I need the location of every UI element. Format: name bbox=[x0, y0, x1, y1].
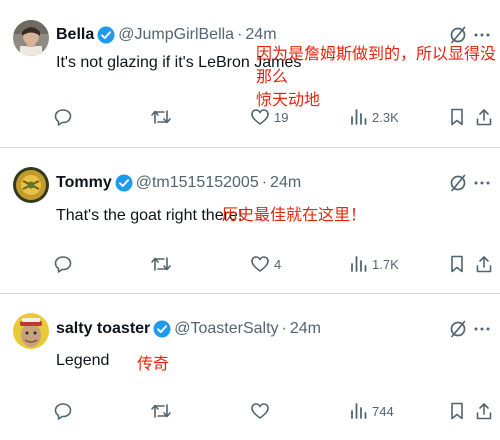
heart-icon bbox=[251, 256, 269, 272]
separator-dot: · bbox=[261, 174, 268, 191]
avatar-photo-icon bbox=[13, 167, 49, 203]
like-count: 4 bbox=[274, 256, 282, 272]
more-options-icon[interactable] bbox=[472, 319, 492, 339]
bookmark-button[interactable] bbox=[447, 399, 467, 423]
reply-button[interactable] bbox=[53, 399, 77, 423]
reply-button[interactable] bbox=[53, 252, 77, 276]
avatar-photo-icon bbox=[13, 20, 49, 56]
tweet-text: Legend bbox=[56, 352, 110, 369]
retweet-icon bbox=[151, 110, 171, 124]
author-name[interactable]: Tommy bbox=[56, 174, 112, 192]
views-button[interactable]: 2.3K bbox=[348, 105, 399, 129]
reply-feed: Bella @JumpGirlBella · 24m It's not glaz… bbox=[0, 0, 500, 440]
action-bar: 4 1.7K bbox=[0, 252, 500, 276]
avatar-photo-icon bbox=[13, 313, 49, 349]
reply-icon bbox=[54, 109, 72, 126]
avatar[interactable] bbox=[13, 167, 49, 203]
translation-line: 历史最佳就在这里！ bbox=[222, 207, 367, 224]
tweet-tommy[interactable]: Tommy @tm1515152005 · 24m That's the goa… bbox=[0, 148, 500, 294]
views-chart-icon bbox=[351, 256, 367, 272]
timestamp[interactable]: 24m bbox=[270, 174, 301, 192]
views-chart-icon bbox=[351, 109, 367, 125]
verified-badge-icon bbox=[115, 174, 133, 192]
avatar[interactable] bbox=[13, 20, 49, 56]
reply-icon bbox=[54, 256, 72, 273]
bookmark-button[interactable] bbox=[447, 105, 467, 129]
like-button[interactable]: 19 bbox=[250, 105, 288, 129]
like-button[interactable]: 4 bbox=[250, 252, 281, 276]
action-bar: 19 2.3K bbox=[0, 105, 500, 129]
verified-badge-icon bbox=[97, 26, 115, 44]
share-button[interactable] bbox=[474, 105, 494, 129]
bookmark-icon bbox=[451, 108, 463, 126]
heart-icon bbox=[251, 109, 269, 125]
avatar[interactable] bbox=[13, 313, 49, 349]
verified-badge-icon bbox=[153, 320, 171, 338]
heart-icon bbox=[251, 403, 269, 419]
more-options-icon[interactable] bbox=[472, 25, 492, 45]
share-button[interactable] bbox=[474, 252, 494, 276]
view-count: 2.3K bbox=[372, 109, 399, 125]
separator-dot: · bbox=[281, 320, 287, 337]
author-name[interactable]: salty toaster bbox=[56, 320, 150, 338]
views-button[interactable]: 1.7K bbox=[348, 252, 399, 276]
like-button[interactable] bbox=[250, 399, 274, 423]
like-count: 19 bbox=[274, 109, 289, 125]
views-button[interactable]: 744 bbox=[348, 399, 394, 423]
reply-icon bbox=[54, 403, 72, 420]
author-name[interactable]: Bella bbox=[56, 26, 94, 44]
tweet-text: That's the goat right there! bbox=[56, 207, 243, 224]
grok-icon[interactable] bbox=[448, 25, 468, 45]
author-handle[interactable]: @tm1515152005 bbox=[136, 174, 259, 192]
share-icon bbox=[476, 403, 492, 420]
share-icon bbox=[476, 109, 492, 126]
translation-line: 因为是詹姆斯做到的，所以显得没那么 bbox=[256, 46, 497, 86]
translation-text: 传奇 bbox=[137, 353, 169, 376]
more-options-icon[interactable] bbox=[472, 173, 492, 193]
views-chart-icon bbox=[351, 403, 367, 419]
view-count: 744 bbox=[372, 403, 394, 419]
view-count: 1.7K bbox=[372, 256, 399, 272]
bookmark-button[interactable] bbox=[447, 252, 467, 276]
tweet-bella[interactable]: Bella @JumpGirlBella · 24m It's not glaz… bbox=[0, 0, 500, 148]
reply-button[interactable] bbox=[53, 105, 77, 129]
timestamp[interactable]: 24m bbox=[245, 26, 276, 44]
translation-text: 因为是詹姆斯做到的，所以显得没那么 惊天动地 bbox=[256, 43, 500, 112]
retweet-button[interactable] bbox=[150, 105, 176, 129]
retweet-icon bbox=[151, 257, 171, 271]
retweet-button[interactable] bbox=[150, 399, 176, 423]
author-handle[interactable]: @JumpGirlBella bbox=[118, 26, 234, 44]
tweet-salty-toaster[interactable]: salty toaster @ToasterSalty · 24m Legend… bbox=[0, 294, 500, 440]
grok-icon[interactable] bbox=[448, 173, 468, 193]
translation-text: 历史最佳就在这里！ bbox=[222, 204, 366, 227]
retweet-button[interactable] bbox=[150, 252, 176, 276]
share-icon bbox=[476, 256, 492, 273]
bookmark-icon bbox=[451, 255, 463, 273]
share-button[interactable] bbox=[474, 399, 494, 423]
retweet-icon bbox=[151, 404, 171, 418]
action-bar: 744 bbox=[0, 399, 500, 423]
translation-line: 传奇 bbox=[137, 356, 170, 373]
bookmark-icon bbox=[451, 402, 463, 420]
timestamp[interactable]: 24m bbox=[290, 320, 321, 338]
separator-dot: · bbox=[237, 26, 243, 43]
grok-icon[interactable] bbox=[448, 319, 468, 339]
author-handle[interactable]: @ToasterSalty bbox=[174, 320, 278, 338]
